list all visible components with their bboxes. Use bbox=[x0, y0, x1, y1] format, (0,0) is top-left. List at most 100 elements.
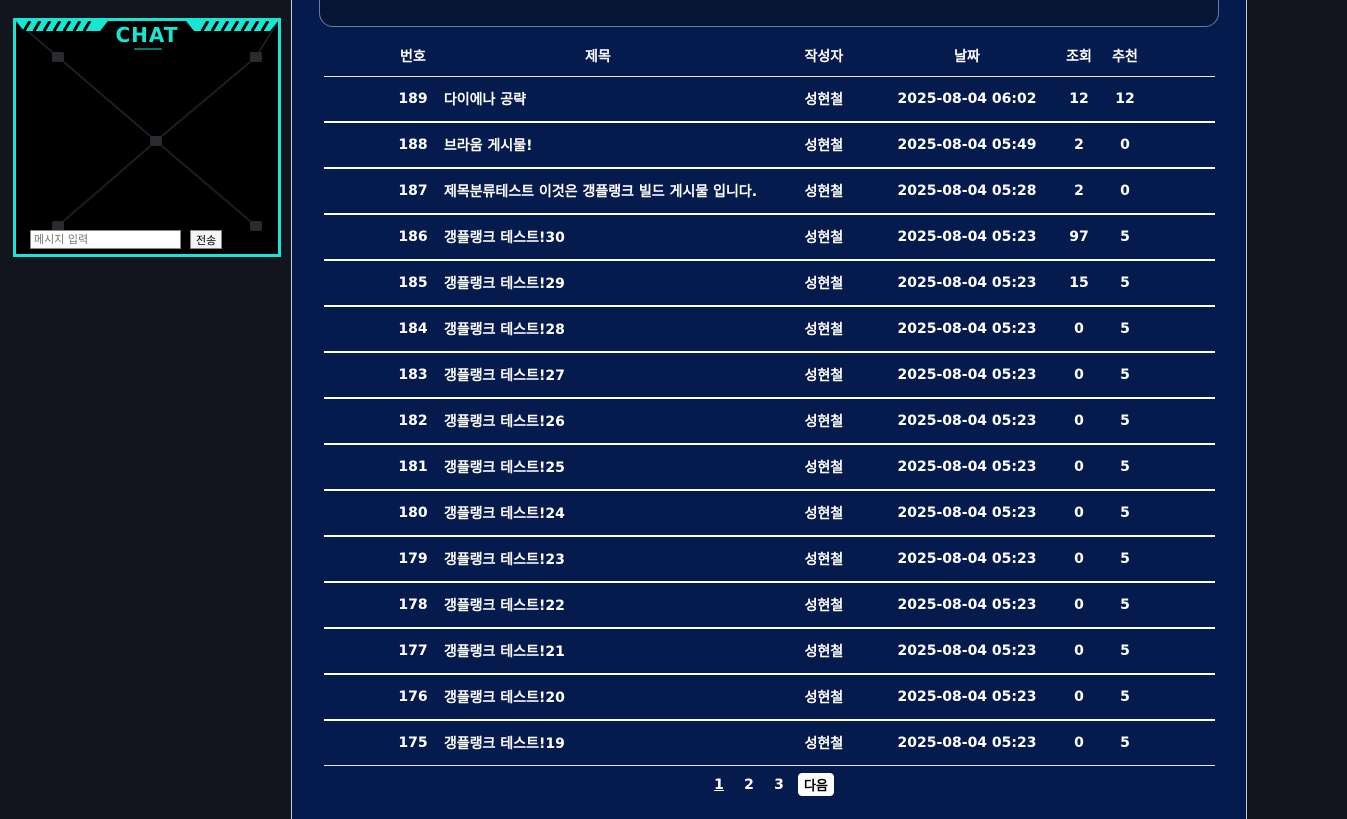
table-header-row: 번호 제목 작성자 날짜 조회 추천 bbox=[324, 35, 1215, 77]
table-row[interactable]: 186 갱플랭크 테스트!30 성현철 2025-08-04 05:23 97 5 bbox=[324, 215, 1215, 261]
post-author: 성현철 bbox=[804, 368, 844, 384]
pagination: 1 2 3 다음 bbox=[292, 773, 1246, 796]
main-panel: 번호 제목 작성자 날짜 조회 추천 189 다이에나 공략 성현철 2025-08-… bbox=[291, 0, 1247, 819]
post-recommend: 5 bbox=[1120, 321, 1130, 337]
post-views: 0 bbox=[1074, 459, 1084, 475]
post-views: 12 bbox=[1069, 91, 1089, 107]
post-number: 182 bbox=[398, 413, 428, 429]
post-table: 번호 제목 작성자 날짜 조회 추천 189 다이에나 공략 성현철 2025-08-… bbox=[324, 35, 1215, 766]
table-row[interactable]: 182 갱플랭크 테스트!26 성현철 2025-08-04 05:23 0 5 bbox=[324, 399, 1215, 445]
post-number: 185 bbox=[398, 275, 428, 291]
post-date: 2025-08-04 05:28 bbox=[897, 183, 1037, 199]
post-author: 성현철 bbox=[804, 506, 844, 522]
header-title: 제목 bbox=[585, 48, 611, 65]
table-row[interactable]: 176 갱플랭크 테스트!20 성현철 2025-08-04 05:23 0 5 bbox=[324, 675, 1215, 721]
post-views: 0 bbox=[1074, 551, 1084, 567]
post-recommend: 5 bbox=[1120, 735, 1130, 751]
post-views: 0 bbox=[1074, 597, 1084, 613]
header-author: 작성자 bbox=[804, 48, 844, 65]
post-number: 187 bbox=[398, 183, 428, 199]
post-views: 0 bbox=[1074, 643, 1084, 659]
post-date: 2025-08-04 05:23 bbox=[897, 735, 1037, 751]
table-row[interactable]: 185 갱플랭크 테스트!29 성현철 2025-08-04 05:23 15 5 bbox=[324, 261, 1215, 307]
post-recommend: 5 bbox=[1120, 229, 1130, 245]
next-page-button[interactable]: 다음 bbox=[798, 773, 834, 796]
post-recommend: 12 bbox=[1115, 91, 1135, 107]
chat-send-button[interactable]: 전송 bbox=[190, 230, 223, 249]
post-author: 성현철 bbox=[804, 230, 844, 246]
post-number: 186 bbox=[398, 229, 428, 245]
post-author: 성현철 bbox=[804, 644, 844, 660]
post-number: 184 bbox=[398, 321, 428, 337]
post-date: 2025-08-04 05:23 bbox=[897, 275, 1037, 291]
post-number: 183 bbox=[398, 367, 428, 383]
table-row[interactable]: 177 갱플랭크 테스트!21 성현철 2025-08-04 05:23 0 5 bbox=[324, 629, 1215, 675]
post-number: 181 bbox=[398, 459, 428, 475]
post-recommend: 5 bbox=[1120, 643, 1130, 659]
post-date: 2025-08-04 05:23 bbox=[897, 643, 1037, 659]
post-author: 성현철 bbox=[804, 598, 844, 614]
post-number: 178 bbox=[398, 597, 428, 613]
table-row[interactable]: 184 갱플랭크 테스트!28 성현철 2025-08-04 05:23 0 5 bbox=[324, 307, 1215, 353]
chat-widget: CHAT 전송 bbox=[13, 18, 281, 257]
post-number: 175 bbox=[398, 735, 428, 751]
header-date: 날짜 bbox=[954, 48, 980, 65]
post-author: 성현철 bbox=[804, 184, 844, 200]
post-views: 0 bbox=[1074, 505, 1084, 521]
post-number: 189 bbox=[398, 91, 428, 107]
page-link-2[interactable]: 2 bbox=[734, 777, 764, 793]
post-date: 2025-08-04 05:23 bbox=[897, 551, 1037, 567]
post-number: 180 bbox=[398, 505, 428, 521]
post-views: 0 bbox=[1074, 367, 1084, 383]
post-author: 성현철 bbox=[804, 138, 844, 154]
post-author: 성현철 bbox=[804, 322, 844, 338]
table-row[interactable]: 179 갱플랭크 테스트!23 성현철 2025-08-04 05:23 0 5 bbox=[324, 537, 1215, 583]
chat-message-input[interactable] bbox=[30, 230, 181, 249]
post-author: 성현철 bbox=[804, 690, 844, 706]
post-views: 2 bbox=[1074, 183, 1084, 199]
post-views: 0 bbox=[1074, 689, 1084, 705]
table-row[interactable]: 178 갱플랭크 테스트!22 성현철 2025-08-04 05:23 0 5 bbox=[324, 583, 1215, 629]
table-row[interactable]: 175 갱플랭크 테스트!19 성현철 2025-08-04 05:23 0 5 bbox=[324, 721, 1215, 766]
post-recommend: 5 bbox=[1120, 551, 1130, 567]
post-author: 성현철 bbox=[804, 92, 844, 108]
post-author: 성현철 bbox=[804, 276, 844, 292]
post-date: 2025-08-04 05:23 bbox=[897, 229, 1037, 245]
post-views: 15 bbox=[1069, 275, 1089, 291]
post-date: 2025-08-04 05:23 bbox=[897, 459, 1037, 475]
post-recommend: 5 bbox=[1120, 459, 1130, 475]
table-row[interactable]: 183 갱플랭크 테스트!27 성현철 2025-08-04 05:23 0 5 bbox=[324, 353, 1215, 399]
header-views: 조회 bbox=[1066, 48, 1092, 65]
post-author: 성현철 bbox=[804, 414, 844, 430]
chat-title: CHAT bbox=[115, 23, 179, 47]
post-views: 0 bbox=[1074, 413, 1084, 429]
table-row[interactable]: 189 다이에나 공략 성현철 2025-08-04 06:02 12 12 bbox=[324, 77, 1215, 123]
post-views: 0 bbox=[1074, 321, 1084, 337]
post-date: 2025-08-04 05:23 bbox=[897, 367, 1037, 383]
post-date: 2025-08-04 05:23 bbox=[897, 505, 1037, 521]
post-date: 2025-08-04 05:23 bbox=[897, 413, 1037, 429]
post-views: 97 bbox=[1069, 229, 1089, 245]
post-recommend: 5 bbox=[1120, 275, 1130, 291]
post-date: 2025-08-04 06:02 bbox=[897, 91, 1037, 107]
post-recommend: 5 bbox=[1120, 689, 1130, 705]
post-author: 성현철 bbox=[804, 460, 844, 476]
post-number: 176 bbox=[398, 689, 428, 705]
post-author: 성현철 bbox=[804, 736, 844, 752]
top-panel-box bbox=[319, 0, 1219, 27]
post-number: 179 bbox=[398, 551, 428, 567]
table-row[interactable]: 187 제목분류테스트 이것은 갱플랭크 빌드 게시물 입니다. 성현철 2025-0… bbox=[324, 169, 1215, 215]
table-row[interactable]: 188 브라움 게시물! 성현철 2025-08-04 05:49 2 0 bbox=[324, 123, 1215, 169]
post-views: 0 bbox=[1074, 735, 1084, 751]
table-row[interactable]: 180 갱플랭크 테스트!24 성현철 2025-08-04 05:23 0 5 bbox=[324, 491, 1215, 537]
page-link-1[interactable]: 1 bbox=[704, 777, 734, 793]
post-views: 2 bbox=[1074, 137, 1084, 153]
page-link-3[interactable]: 3 bbox=[764, 777, 794, 793]
chat-frame-decoration bbox=[16, 21, 278, 231]
post-date: 2025-08-04 05:23 bbox=[897, 597, 1037, 613]
post-recommend: 5 bbox=[1120, 413, 1130, 429]
post-date: 2025-08-04 05:23 bbox=[897, 321, 1037, 337]
table-row[interactable]: 181 갱플랭크 테스트!25 성현철 2025-08-04 05:23 0 5 bbox=[324, 445, 1215, 491]
header-recommend: 추천 bbox=[1112, 48, 1138, 65]
post-recommend: 0 bbox=[1120, 183, 1130, 199]
